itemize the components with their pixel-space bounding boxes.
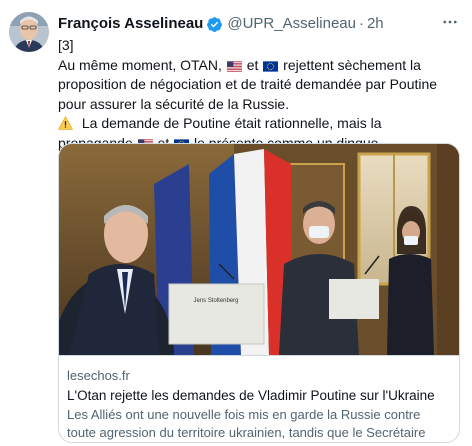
avatar[interactable] — [9, 12, 49, 52]
us-flag-icon — [226, 60, 242, 72]
author-handle[interactable]: @UPR_Asselineau — [227, 14, 356, 34]
tweet-text: [3] Au même moment, OTAN, et rejettent s… — [58, 36, 458, 153]
more-options-icon[interactable] — [436, 10, 464, 34]
separator-dot: · — [358, 15, 364, 32]
eu-flag-icon — [263, 60, 279, 72]
link-card[interactable]: Jens Stoltenberg lesechos.fr L'Otan reje… — [58, 143, 460, 443]
warning-icon — [58, 116, 73, 130]
link-card-description: Les Alliés ont une nouvelle fois mis en … — [67, 407, 426, 440]
podium-label: Jens Stoltenberg — [193, 298, 238, 304]
link-card-domain: lesechos.fr — [67, 368, 130, 383]
link-card-image[interactable]: Jens Stoltenberg — [59, 144, 459, 355]
tweet[interactable]: François Asselineau @UPR_Asselineau · 2h… — [0, 0, 472, 446]
thread-marker: [3] — [58, 37, 74, 53]
text-segment: Au même moment, OTAN, — [58, 56, 222, 73]
tweet-header: François Asselineau @UPR_Asselineau · 2h — [58, 14, 384, 34]
author-name[interactable]: François Asselineau — [58, 14, 203, 34]
avatar-image — [9, 12, 49, 52]
verified-badge-icon — [206, 16, 223, 33]
tweet-paragraph-1: Au même moment, OTAN, et rejettent sèche… — [58, 56, 458, 115]
link-card-meta[interactable]: lesechos.fr L'Otan rejette les demandes … — [59, 355, 459, 442]
text-segment: et — [246, 56, 259, 73]
link-card-title: L'Otan rejette les demandes de Vladimir … — [67, 388, 435, 403]
tweet-timestamp[interactable]: 2h — [367, 14, 384, 34]
